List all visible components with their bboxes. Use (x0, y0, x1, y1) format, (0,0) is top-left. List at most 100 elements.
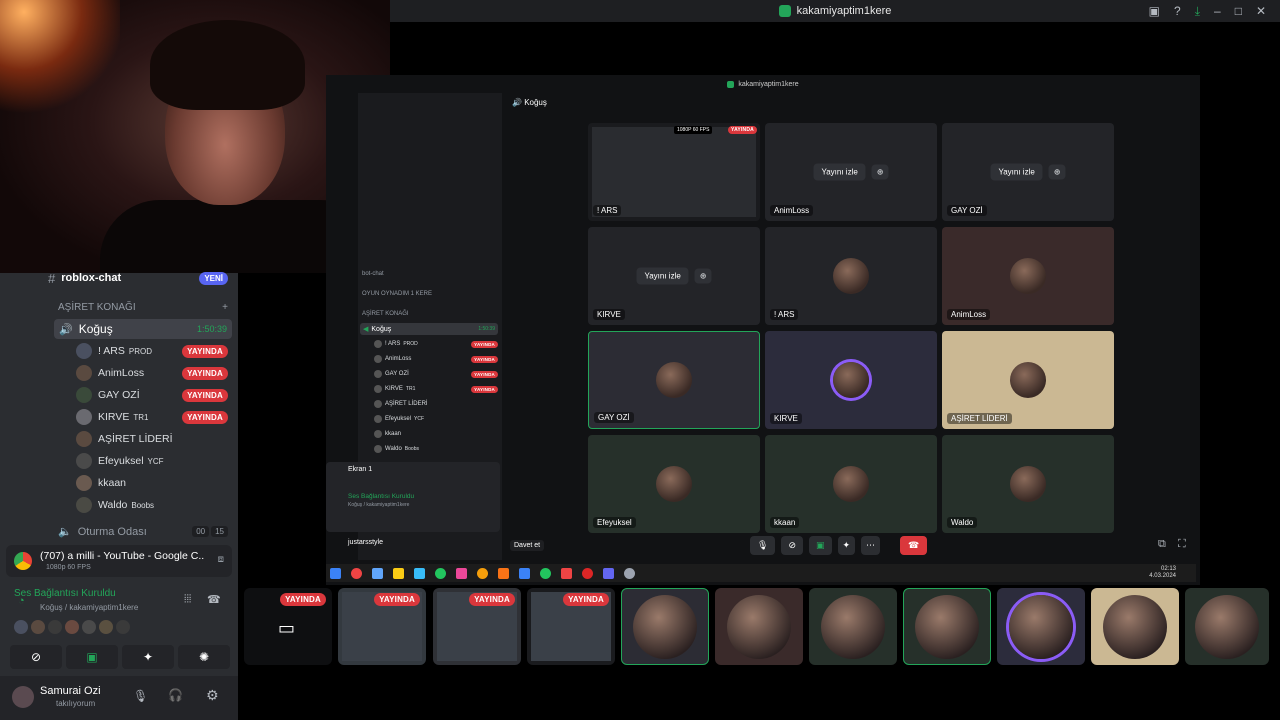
inner-channel-item[interactable]: bot-chat (362, 271, 384, 277)
video-tile[interactable]: ! ARS (765, 227, 937, 325)
invite-button[interactable]: Davet et (510, 540, 545, 551)
inbox-icon[interactable]: ▣ (1149, 4, 1160, 18)
stop-stream-icon[interactable]: ⧈ (218, 554, 224, 565)
watch-stream[interactable]: Yayını izle ⊕ (813, 163, 889, 181)
store-icon[interactable] (414, 567, 425, 579)
video-tile[interactable]: KIRVE (765, 331, 937, 429)
inner-voice-member[interactable]: KIRVE TR1 YAYINDA (374, 385, 498, 393)
avatar[interactable] (99, 620, 113, 634)
camera-off-icon[interactable]: ⊘ (10, 645, 62, 669)
brave-icon[interactable] (498, 567, 509, 579)
video-tile[interactable]: AŞİRET LİDERİ (942, 331, 1114, 429)
call-mic-icon[interactable]: 🎙 (750, 535, 776, 555)
taskbar-clock[interactable]: 02:13 4.03.2024 (1149, 566, 1196, 580)
spotify-icon[interactable] (540, 567, 551, 579)
participant-thumbnail[interactable] (1185, 588, 1269, 665)
disconnect-icon[interactable]: ☎ (207, 593, 221, 606)
download-icon[interactable]: ⤓ (1195, 4, 1200, 19)
watch-stream[interactable]: Yayını izle ⊕ (990, 163, 1066, 181)
connection-status[interactable]: Ses Bağlantısı Kuruldu (14, 588, 116, 599)
avatar[interactable] (14, 620, 28, 634)
voice-channel-oturma[interactable]: 🔈 Oturma Odası 00 15 (58, 525, 228, 538)
watch-stream-button[interactable]: Yayını izle (636, 267, 689, 285)
fullscreen-icon[interactable]: ⛶ (1178, 538, 1186, 551)
voice-member[interactable]: GAY OZİ YAYINDA (76, 387, 228, 403)
watch-popout-icon[interactable]: ⊕ (694, 268, 712, 284)
participant-thumbnail[interactable] (997, 588, 1085, 665)
voice-member[interactable]: AŞİRET LİDERİ (76, 431, 228, 447)
signal-icon[interactable]: ◔ (18, 595, 25, 607)
watch-stream-button[interactable]: Yayını izle (813, 163, 866, 181)
watch-stream-button[interactable]: Yayını izle (990, 163, 1043, 181)
inner-channel-item[interactable]: OYUN OYNADIM 1 KERE (362, 291, 432, 297)
screen-share-icon[interactable]: ▣ (66, 645, 118, 669)
voice-member[interactable]: AnimLoss YAYINDA (76, 365, 228, 381)
taskview-icon[interactable] (372, 567, 383, 579)
avatar[interactable] (65, 620, 79, 634)
search-icon[interactable] (351, 567, 362, 579)
participant-thumbnail[interactable]: ▭ YAYINDA (244, 588, 332, 665)
chrome-icon[interactable] (477, 567, 488, 579)
help-icon[interactable]: ? (1174, 4, 1181, 18)
video-tile[interactable]: AnimLoss (942, 227, 1114, 325)
participant-thumbnail[interactable] (621, 588, 709, 665)
inner-voice-member[interactable]: AŞİRET LİDERİ (374, 400, 498, 408)
call-more-icon[interactable]: ⋯ (861, 535, 881, 555)
inner-voice-member[interactable]: Efeyuksel YCF (374, 415, 498, 423)
mic-icon[interactable]: 🎙 (133, 689, 148, 703)
maximize-icon[interactable]: □ (1235, 4, 1242, 18)
voice-member[interactable]: Waldo Boobs (76, 497, 228, 513)
voice-member[interactable]: Efeyuksel YCF (76, 453, 228, 469)
minimize-icon[interactable]: – (1214, 4, 1221, 18)
record-icon[interactable] (582, 567, 593, 579)
video-tile[interactable]: Waldo (942, 435, 1114, 533)
call-camera-icon[interactable]: ⊘ (781, 535, 803, 555)
participant-thumbnail[interactable]: YAYINDA (338, 588, 426, 665)
app-icon[interactable] (519, 567, 530, 579)
inner-channel-item[interactable]: AŞİRET KONAĞI (362, 311, 409, 317)
inner-voice-member[interactable]: ! ARS PROD YAYINDA (374, 340, 498, 348)
headphones-icon[interactable]: 🎧 (168, 688, 183, 702)
participant-thumbnail[interactable] (1091, 588, 1179, 665)
voice-member[interactable]: KIRVE TR1 YAYINDA (76, 409, 228, 425)
avatar[interactable] (31, 620, 45, 634)
participant-thumbnail[interactable] (809, 588, 897, 665)
watch-popout-icon[interactable]: ⊕ (871, 164, 889, 180)
video-tile[interactable]: Efeyuksel (588, 435, 760, 533)
noise-suppression-icon[interactable]: ⦙⦙⦙ (184, 593, 191, 606)
watch-stream[interactable]: Yayını izle ⊕ (636, 267, 712, 285)
inner-voice-member[interactable]: kkaan (374, 430, 498, 438)
avatar[interactable] (48, 620, 62, 634)
inner-voice-member[interactable]: GAY OZİ YAYINDA (374, 370, 498, 378)
whatsapp-icon[interactable] (435, 567, 446, 579)
settings-gear-icon[interactable]: ⚙ (206, 687, 219, 704)
stream-preview-bar[interactable]: (707) a milli - YouTube - Google C... 10… (6, 545, 232, 577)
video-tile[interactable]: GAY OZİ (588, 331, 760, 429)
call-screen-icon[interactable]: ▣ (808, 535, 832, 555)
call-hangup-icon[interactable]: ☎ (900, 535, 928, 555)
call-activity-icon[interactable]: ✦ (837, 535, 856, 555)
folder-icon[interactable] (393, 567, 404, 579)
category-header[interactable]: AŞİRET KONAĞI + (58, 302, 228, 313)
voice-channel-kogus[interactable]: 🔊 Koğuş 1:50:39 (54, 319, 232, 339)
participant-thumbnail[interactable] (903, 588, 991, 665)
instagram-icon[interactable] (456, 567, 467, 579)
soundboard-icon[interactable]: ✺ (178, 645, 230, 669)
video-tile[interactable]: Yayını izle ⊕ GAY OZİ (942, 123, 1114, 221)
voice-member[interactable]: ! ARS PROD YAYINDA (76, 343, 228, 359)
user-avatar[interactable] (12, 686, 34, 708)
inner-voice-member[interactable]: Waldo Boobs (374, 445, 498, 453)
video-tile[interactable]: kkaan (765, 435, 937, 533)
username[interactable]: Samurai Ozi (40, 685, 101, 697)
close-icon[interactable]: ✕ (1256, 4, 1266, 18)
add-channel-icon[interactable]: + (222, 302, 228, 313)
participant-thumbnail[interactable]: YAYINDA (433, 588, 521, 665)
video-tile[interactable]: 1080P 60 FPS YAYINDA ! ARS (588, 123, 760, 221)
youtube-icon[interactable] (561, 567, 572, 579)
inner-voice-channel[interactable]: ◀ Koğuş 1:50:39 (360, 323, 498, 335)
participant-thumbnail[interactable] (715, 588, 803, 665)
inner-voice-member[interactable]: AnimLoss YAYINDA (374, 355, 498, 363)
participant-thumbnail[interactable]: YAYINDA (527, 588, 615, 665)
popout-icon[interactable]: ⧉ (1158, 538, 1166, 551)
discord-taskbar-icon[interactable] (603, 567, 614, 579)
